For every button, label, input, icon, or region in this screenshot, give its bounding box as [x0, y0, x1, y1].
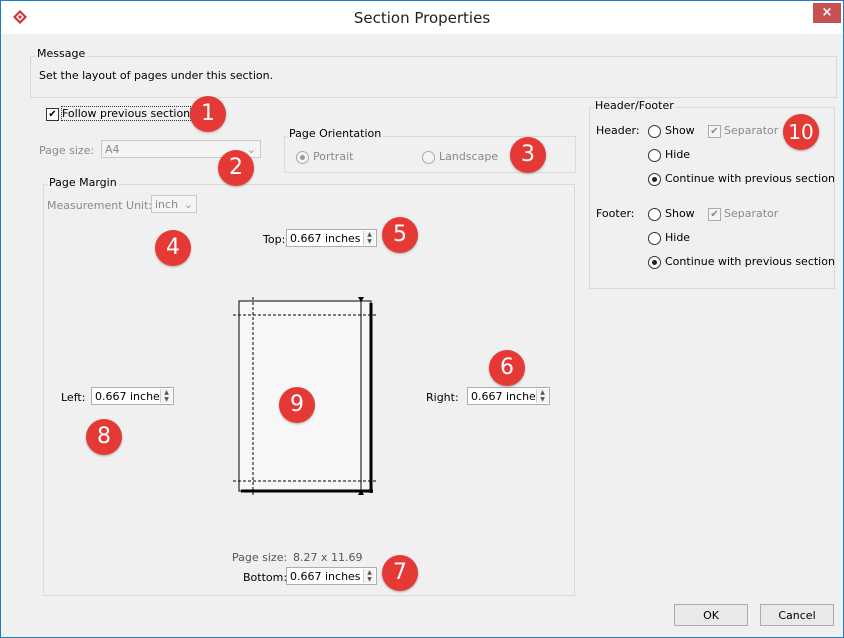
measurement-unit-select[interactable]: inch ⌄ [151, 195, 197, 213]
footer-show-radio[interactable] [648, 208, 661, 221]
header-separator-label: Separator [724, 124, 779, 137]
left-margin-label: Left: [61, 391, 86, 404]
message-group-label: Message [35, 47, 88, 60]
header-hide-label: Hide [665, 148, 691, 161]
header-continue-radio[interactable] [648, 173, 661, 186]
header-show-label: Show [665, 124, 695, 137]
footer-separator-label: Separator [724, 207, 779, 220]
callout-9: 9 [279, 387, 315, 423]
dialog-window: Section Properties × Message Set the lay… [0, 0, 844, 638]
spinner-arrows-icon[interactable]: ▲ ▼ [160, 389, 172, 403]
page-orientation-label: Page Orientation [287, 127, 384, 140]
header-footer-label: Header/Footer [593, 99, 676, 112]
footer-separator-checkbox[interactable]: ✔ [708, 208, 721, 221]
header-show-radio[interactable] [648, 125, 661, 138]
page-margin-label: Page Margin [47, 176, 119, 189]
callout-1: 1 [190, 96, 226, 132]
spinner-arrows-icon[interactable]: ▲ ▼ [363, 569, 375, 583]
callout-4: 4 [155, 230, 191, 266]
cancel-button[interactable]: Cancel [760, 604, 834, 626]
bottom-margin-label: Bottom: [243, 571, 288, 584]
footer-show-label: Show [665, 207, 695, 220]
top-margin-value: 0.667 inches [290, 232, 361, 245]
header-label: Header: [596, 124, 640, 137]
callout-8: 8 [86, 419, 122, 455]
footer-hide-label: Hide [665, 231, 691, 244]
right-margin-label: Right: [426, 391, 459, 404]
spinner-arrows-icon[interactable]: ▲ ▼ [363, 231, 375, 245]
ok-button[interactable]: OK [674, 604, 748, 626]
left-margin-value: 0.667 inches [95, 390, 166, 403]
follow-previous-label: Follow previous section [60, 106, 192, 121]
top-margin-label: Top: [263, 233, 286, 246]
callout-2: 2 [218, 150, 254, 186]
footer-continue-label: Continue with previous section [665, 255, 835, 268]
footer-continue-radio[interactable] [648, 256, 661, 269]
spinner-arrows-icon[interactable]: ▲ ▼ [536, 389, 548, 403]
right-margin-spinner[interactable]: 0.667 inches ▲ ▼ [467, 387, 550, 405]
page-size-info-label: Page size: [232, 551, 288, 564]
page-size-label: Page size: [39, 144, 95, 157]
close-button[interactable]: × [813, 3, 841, 23]
header-hide-radio[interactable] [648, 149, 661, 162]
chevron-down-icon: ⌄ [183, 198, 193, 211]
right-margin-value: 0.667 inches [471, 390, 542, 403]
bottom-margin-value: 0.667 inches [290, 570, 361, 583]
top-margin-spinner[interactable]: 0.667 inches ▲ ▼ [286, 229, 377, 247]
measurement-unit-label: Measurement Unit: [47, 199, 153, 212]
callout-10: 10 [783, 114, 819, 150]
header-continue-label: Continue with previous section [665, 172, 835, 185]
message-text: Set the layout of pages under this secti… [39, 69, 274, 82]
left-margin-spinner[interactable]: 0.667 inches ▲ ▼ [91, 387, 174, 405]
callout-3: 3 [510, 137, 546, 173]
callout-6: 6 [489, 350, 525, 386]
measurement-unit-value: inch [155, 198, 179, 211]
follow-previous-checkbox[interactable]: ✔ [46, 108, 59, 121]
callout-5: 5 [382, 217, 418, 253]
title-bar: Section Properties × [1, 1, 843, 34]
bottom-margin-spinner[interactable]: 0.667 inches ▲ ▼ [286, 567, 377, 585]
dialog-title: Section Properties [353, 9, 491, 27]
header-separator-checkbox[interactable]: ✔ [708, 125, 721, 138]
page-size-value: A4 [105, 143, 120, 156]
landscape-radio[interactable] [422, 151, 435, 164]
landscape-label: Landscape [439, 150, 499, 163]
portrait-label: Portrait [313, 150, 354, 163]
footer-hide-radio[interactable] [648, 232, 661, 245]
portrait-radio[interactable] [296, 151, 309, 164]
footer-label: Footer: [596, 207, 635, 220]
page-size-info-value: 8.27 x 11.69 [293, 551, 363, 564]
callout-7: 7 [382, 555, 418, 591]
